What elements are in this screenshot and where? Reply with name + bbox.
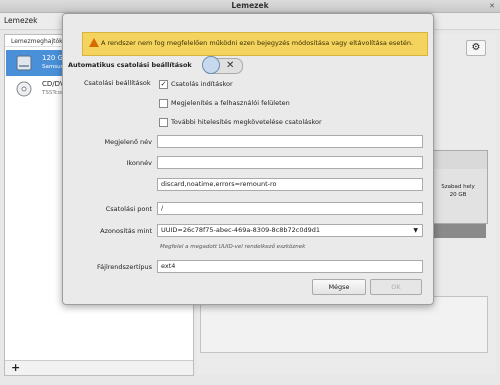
close-window-icon[interactable]: ✕ bbox=[488, 2, 496, 10]
mount-at-startup-label: Csatolás indításkor bbox=[171, 80, 233, 88]
ok-button[interactable]: OK bbox=[370, 279, 422, 295]
mount-at-startup-checkbox[interactable]: ✓ bbox=[159, 80, 168, 89]
add-drive-icon[interactable]: + bbox=[11, 361, 20, 374]
filesystem-type-label: Fájlrendszertípus bbox=[97, 263, 152, 271]
off-icon: ✕ bbox=[226, 60, 235, 71]
window-titlebar: Lemezek ✕ bbox=[0, 0, 500, 13]
require-auth-label: További hitelesítés megkövetelése csatol… bbox=[171, 118, 322, 126]
identify-as-combo[interactable]: UUID=26c78f75-abec-469a-8309-8c8b72c0d9d… bbox=[157, 224, 423, 237]
free-space-label: Szabad hely bbox=[441, 184, 475, 190]
sidebar-footer: + bbox=[5, 360, 193, 375]
cancel-button[interactable]: Mégse bbox=[312, 279, 366, 295]
require-auth-checkbox[interactable] bbox=[159, 118, 168, 127]
show-in-ui-label: Megjelenítés a felhasználói felületen bbox=[171, 99, 290, 107]
partition-toolbar bbox=[428, 224, 486, 238]
mount-options-label: Csatolási beállítások bbox=[84, 79, 151, 87]
window-title: Lemezek bbox=[231, 1, 269, 10]
mount-point-input[interactable]: / bbox=[157, 202, 423, 215]
toggle-knob bbox=[202, 56, 220, 74]
dropdown-arrow-icon: ▼ bbox=[413, 227, 418, 234]
warning-infobar: A rendszer nem fog megfelelően működni e… bbox=[82, 32, 428, 56]
show-in-ui-checkbox[interactable] bbox=[159, 99, 168, 108]
auto-mount-toggle[interactable]: ✕ bbox=[202, 56, 243, 74]
mount-options-input[interactable]: discard,noatime,errors=remount-ro bbox=[157, 178, 423, 191]
free-space-segment[interactable]: Szabad hely 20 GB bbox=[429, 169, 487, 223]
icon-name-input[interactable] bbox=[157, 156, 423, 169]
menu-lemezek[interactable]: Lemezek bbox=[4, 16, 37, 25]
identify-as-label: Azonosítás mint bbox=[100, 227, 152, 235]
gear-icon[interactable]: ⚙ bbox=[466, 40, 486, 56]
identify-as-value: UUID=26c78f75-abec-469a-8309-8c8b72c0d9d… bbox=[161, 226, 321, 234]
auto-mount-section-label: Automatikus csatolási beállítások bbox=[68, 61, 192, 69]
warning-icon bbox=[89, 38, 99, 47]
warning-text: A rendszer nem fog megfelelően működni e… bbox=[101, 39, 414, 47]
filesystem-type-input[interactable]: ext4 bbox=[157, 260, 423, 273]
identify-as-hint: Megfelel a megadott UUID-vel rendelkező … bbox=[160, 244, 306, 250]
partition-map: Szabad hely 20 GB bbox=[428, 150, 488, 224]
icon-name-label: Ikonnév bbox=[126, 159, 152, 167]
display-name-label: Megjelenő név bbox=[104, 138, 152, 146]
free-space-size: 20 GB bbox=[449, 192, 467, 198]
mount-point-label: Csatolási pont bbox=[105, 205, 152, 213]
hard-drive-icon bbox=[16, 55, 32, 71]
display-name-input[interactable] bbox=[157, 135, 423, 148]
optical-disc-icon bbox=[16, 81, 32, 97]
